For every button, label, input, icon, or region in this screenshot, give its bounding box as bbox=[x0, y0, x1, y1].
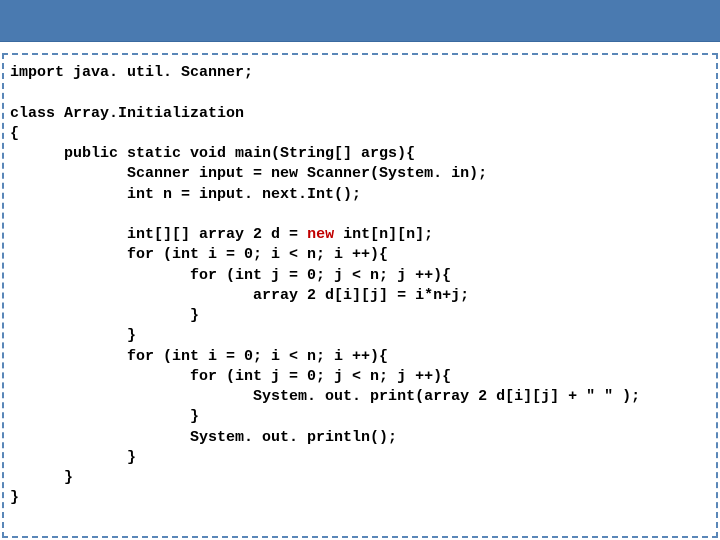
code-container: import java. util. Scanner; class Array.… bbox=[2, 53, 718, 538]
code-line: for (int j = 0; j < n; j ++){ bbox=[10, 267, 451, 284]
code-line: { bbox=[10, 125, 19, 142]
code-line: class Array.Initialization bbox=[10, 105, 244, 122]
code-text: int[n][n]; bbox=[334, 226, 433, 243]
code-line: } bbox=[10, 307, 199, 324]
code-line: } bbox=[10, 489, 19, 506]
code-line: System. out. println(); bbox=[10, 429, 397, 446]
code-line: public static void main(String[] args){ bbox=[10, 145, 415, 162]
code-line: for (int i = 0; i < n; i ++){ bbox=[10, 348, 388, 365]
code-block: import java. util. Scanner; class Array.… bbox=[4, 55, 716, 515]
code-line: } bbox=[10, 327, 136, 344]
code-line: } bbox=[10, 408, 199, 425]
code-line: Scanner input = new Scanner(System. in); bbox=[10, 165, 487, 182]
code-line: } bbox=[10, 469, 73, 486]
code-line: int[][] array 2 d = new int[n][n]; bbox=[10, 226, 433, 243]
top-banner bbox=[0, 0, 720, 42]
keyword-new: new bbox=[307, 226, 334, 243]
code-line: array 2 d[i][j] = i*n+j; bbox=[10, 287, 469, 304]
code-line: int n = input. next.Int(); bbox=[10, 186, 361, 203]
code-text: int[][] array 2 d = bbox=[10, 226, 307, 243]
code-line: import java. util. Scanner; bbox=[10, 64, 253, 81]
code-line: for (int i = 0; i < n; i ++){ bbox=[10, 246, 388, 263]
code-line: for (int j = 0; j < n; j ++){ bbox=[10, 368, 451, 385]
code-line: } bbox=[10, 449, 136, 466]
code-line: System. out. print(array 2 d[i][j] + " "… bbox=[10, 388, 640, 405]
